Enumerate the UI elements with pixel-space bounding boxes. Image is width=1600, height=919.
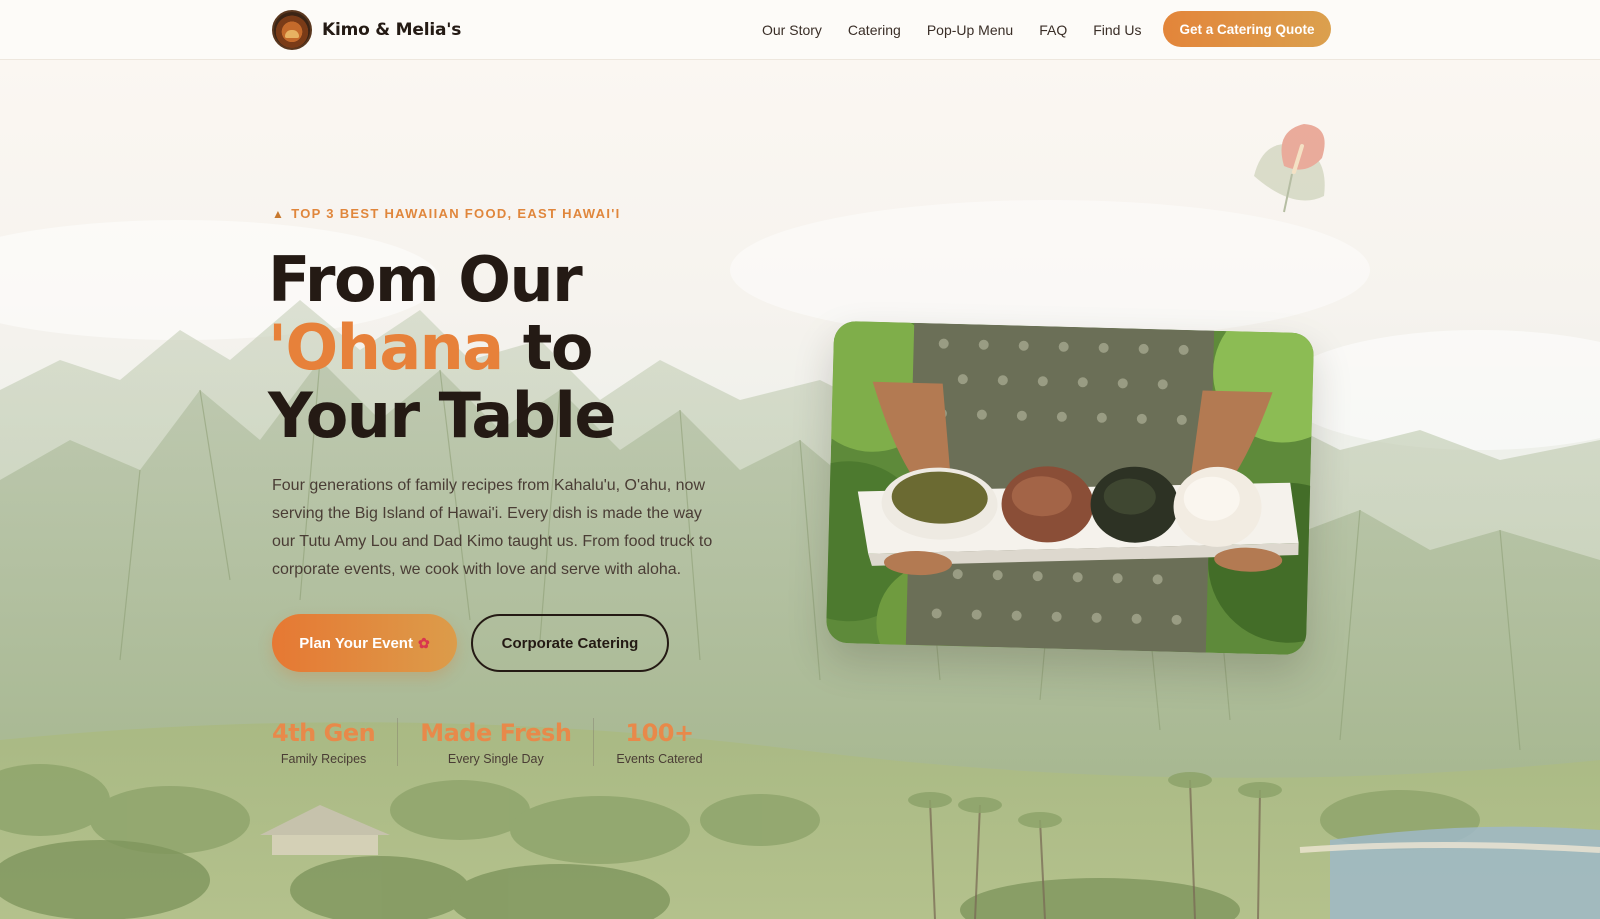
brand-home-link[interactable]: Kimo & Melia's: [272, 10, 461, 50]
site-header: Kimo & Melia's Our Story Catering Pop-Up…: [0, 0, 1600, 60]
nav-link-catering[interactable]: Catering: [848, 22, 901, 38]
award-text: TOP 3 BEST HAWAIIAN FOOD, EAST HAWAI'I: [291, 206, 621, 221]
stat-value: 100+: [625, 719, 694, 747]
stat-value: Made Fresh: [420, 719, 572, 747]
trophy-icon: ▲: [272, 206, 286, 221]
award-eyebrow: ▲ TOP 3 BEST HAWAIIAN FOOD, EAST HAWAI'I: [272, 206, 621, 221]
hero-stats: 4th Gen Family Recipes Made Fresh Every …: [272, 718, 725, 778]
primary-nav: Our Story Catering Pop-Up Menu FAQ Find …: [762, 0, 1167, 60]
nav-link-pop-up-menu[interactable]: Pop-Up Menu: [927, 22, 1013, 38]
headline-line-3: Your Table: [268, 379, 616, 452]
anthurium-flower-icon: [1254, 124, 1325, 213]
hero-headline: From Our 'Ohana to Your Table: [268, 246, 828, 450]
nav-link-faq[interactable]: FAQ: [1039, 22, 1067, 38]
stat-label: Every Single Day: [447, 752, 544, 766]
headline-line-2: 'Ohana to: [268, 314, 828, 382]
stat-generations: 4th Gen Family Recipes: [272, 718, 397, 766]
headline-to: to: [502, 311, 594, 384]
plan-your-event-label: Plan Your Event: [299, 634, 413, 652]
stat-made-fresh: Made Fresh Every Single Day: [397, 718, 593, 766]
nav-link-find-us[interactable]: Find Us: [1093, 22, 1141, 38]
hawaiian-plate-photo: [825, 320, 1315, 656]
hero-description: Four generations of family recipes from …: [272, 477, 713, 578]
corporate-catering-button[interactable]: Corporate Catering: [471, 614, 669, 672]
plan-your-event-button[interactable]: Plan Your Event ✿: [272, 614, 457, 672]
restaurant-logo-icon: [272, 10, 312, 50]
stat-label: Family Recipes: [280, 752, 367, 766]
hero-background-landscape: [0, 60, 1600, 919]
headline-accent-ohana: 'Ohana: [268, 311, 504, 384]
brand-name: Kimo & Melia's: [322, 20, 462, 40]
hibiscus-icon: ✿: [417, 634, 430, 651]
nav-link-our-story[interactable]: Our Story: [762, 22, 822, 38]
stat-events-catered: 100+ Events Catered: [593, 718, 724, 766]
catering-quote-button[interactable]: Get a Catering Quote: [1163, 11, 1331, 47]
stat-label: Events Catered: [616, 752, 703, 766]
headline-line-1: From Our: [268, 243, 583, 316]
stat-value: 4th Gen: [272, 719, 376, 747]
